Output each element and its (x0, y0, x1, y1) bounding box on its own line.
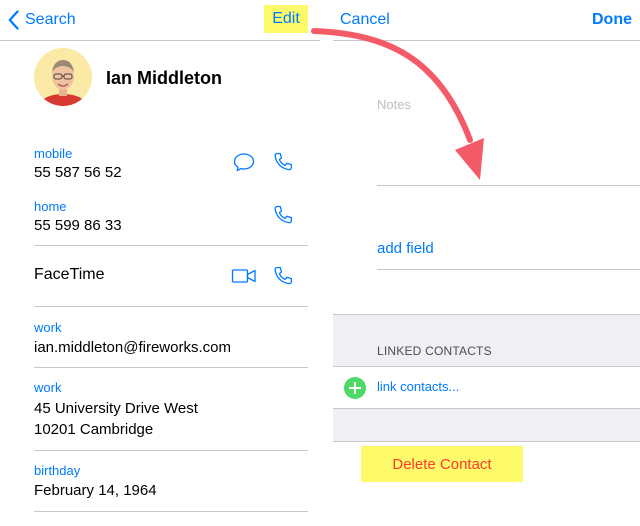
contact-detail-screen: Search Edit Ian Middleton mobile 55 587 … (0, 0, 320, 526)
work-address-line2[interactable]: 10201 Cambridge (34, 419, 153, 440)
section-spacer (333, 409, 640, 441)
linked-contacts-section-header (333, 314, 640, 366)
linked-contacts-header: LINKED CONTACTS (377, 344, 492, 358)
separator (34, 450, 308, 451)
birthday-label: birthday (34, 463, 81, 478)
edit-contact-screen: Cancel Done Notes add field LINKED CONTA… (333, 0, 640, 526)
separator (34, 367, 308, 368)
edit-button[interactable]: Edit (264, 5, 308, 33)
plus-circle-icon[interactable] (344, 377, 366, 399)
delete-contact-button[interactable]: Delete Contact (361, 446, 523, 482)
done-button[interactable]: Done (592, 11, 632, 29)
link-contacts-button[interactable]: link contacts... (377, 379, 459, 394)
birthday-value: February 14, 1964 (34, 482, 157, 499)
back-search-label: Search (25, 11, 76, 28)
avatar (34, 48, 92, 106)
separator (34, 306, 308, 307)
add-field-button[interactable]: add field (377, 240, 434, 257)
separator (333, 441, 640, 442)
home-label: home (34, 199, 67, 214)
separator (34, 245, 308, 246)
video-camera-icon[interactable] (231, 264, 257, 288)
back-search-button[interactable]: Search (8, 7, 76, 33)
home-number[interactable]: 55 599 86 33 (34, 215, 122, 236)
chevron-left-icon (8, 10, 19, 30)
message-bubble-icon[interactable] (232, 150, 256, 174)
separator (34, 511, 308, 512)
work-address-line1[interactable]: 45 University Drive West (34, 398, 198, 419)
work-email-label: work (34, 320, 62, 335)
facetime-label: FaceTime (34, 266, 105, 283)
separator (377, 185, 640, 186)
phone-icon[interactable] (271, 264, 295, 288)
notes-field[interactable]: Notes (377, 97, 411, 112)
separator (333, 314, 640, 315)
separator (333, 366, 640, 367)
work-email-value[interactable]: ian.middleton@fireworks.com (34, 337, 231, 358)
phone-icon[interactable] (271, 203, 295, 227)
contact-name: Ian Middleton (106, 68, 222, 88)
edit-contact-navbar: Cancel Done (333, 0, 640, 41)
mobile-label: mobile (34, 146, 73, 161)
phone-icon[interactable] (271, 150, 295, 174)
separator (377, 269, 640, 270)
cancel-button[interactable]: Cancel (340, 11, 390, 29)
contact-detail-navbar: Search Edit (0, 0, 320, 41)
mobile-number[interactable]: 55 587 56 52 (34, 162, 122, 183)
work-address-label: work (34, 380, 62, 395)
